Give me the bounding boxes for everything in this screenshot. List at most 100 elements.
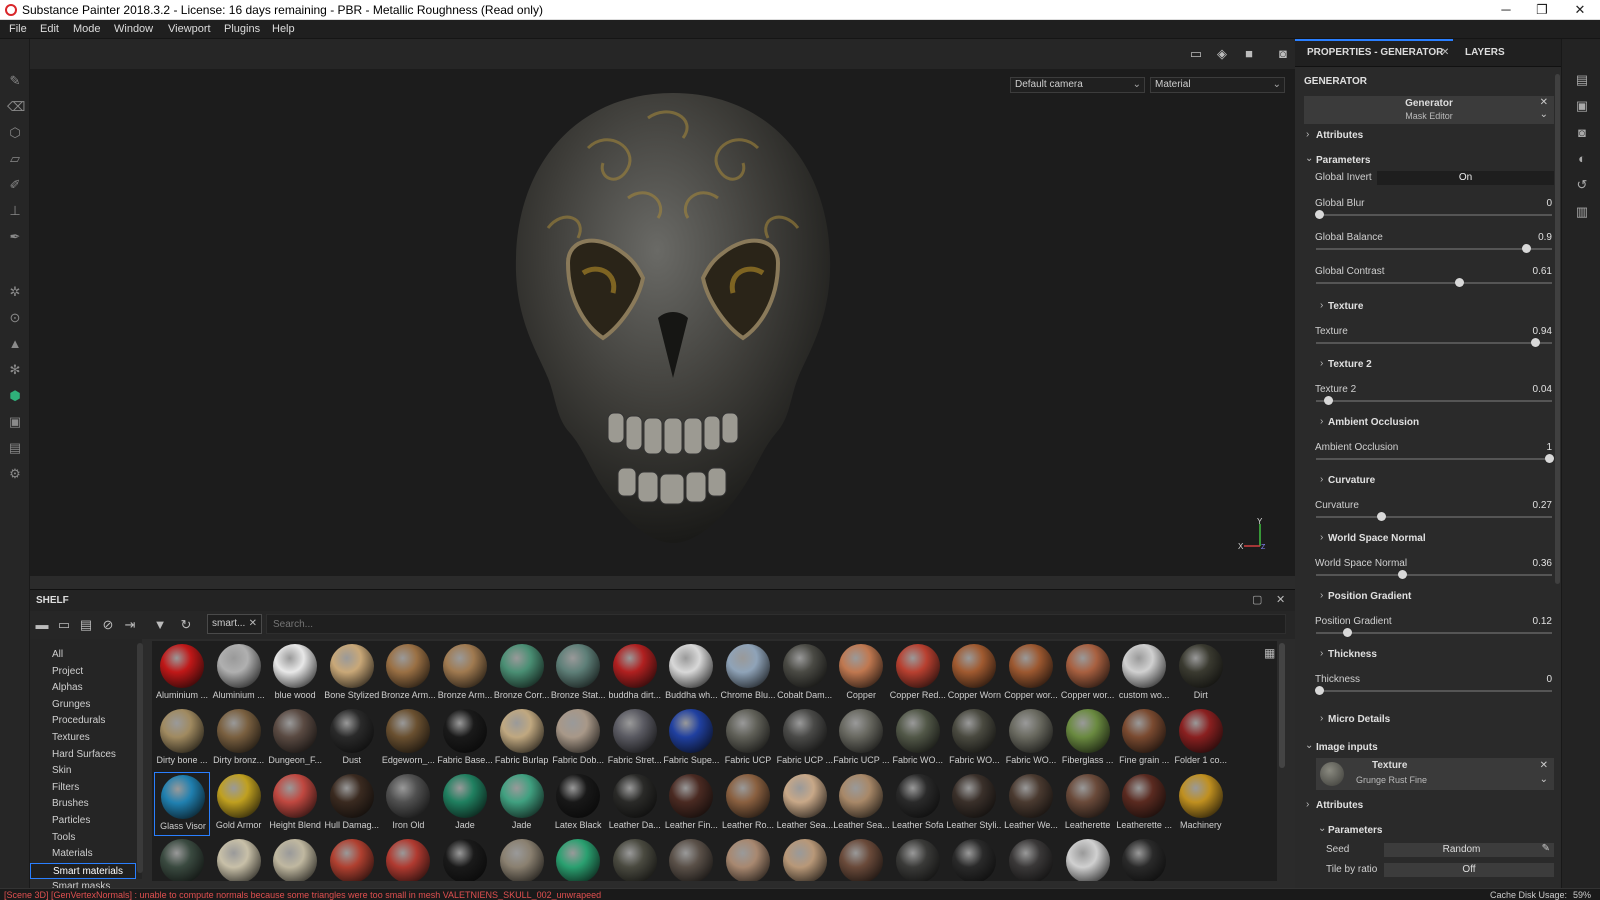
material-tile[interactable]: Chrome Blu... [720, 642, 776, 706]
camera-select[interactable]: Default camera ⌄ [1010, 77, 1145, 93]
group-header[interactable]: Texture [1328, 301, 1363, 312]
slider-track[interactable] [1316, 628, 1552, 637]
tile-by-ratio-toggle[interactable]: Off [1384, 863, 1554, 877]
material-tile[interactable]: Latex Black [550, 772, 606, 836]
material-tile[interactable] [890, 837, 946, 881]
group-header[interactable]: Curvature [1328, 475, 1375, 486]
maximize-button[interactable]: ❐ [1524, 1, 1560, 19]
material-tile[interactable]: Leatherette [1060, 772, 1116, 836]
slider-handle[interactable] [1397, 570, 1407, 579]
material-tile[interactable]: Leather Fin... [663, 772, 719, 836]
material-tile[interactable]: Copper wor... [1003, 642, 1059, 706]
generator-selector[interactable]: Generator Mask Editor ✕ ⌄ [1304, 96, 1554, 124]
smudge-icon[interactable]: ✐ [7, 177, 23, 193]
clone-stamp-icon[interactable]: ⊥ [7, 203, 23, 219]
grid-scrollbar[interactable] [1279, 643, 1285, 768]
material-tile[interactable]: Bronze Arm... [437, 642, 493, 706]
chevron-right-icon[interactable]: › [1320, 532, 1323, 543]
material-tile[interactable]: Copper Worn [946, 642, 1002, 706]
material-tile[interactable]: Leather Sea... [777, 772, 833, 836]
filter-icon[interactable]: ▼ [152, 617, 168, 633]
material-tile[interactable]: Leather Sea... [833, 772, 889, 836]
bake-icon[interactable]: ✲ [7, 284, 23, 300]
material-tile[interactable] [607, 837, 663, 881]
edit-pencil-icon[interactable]: ✎ [1542, 843, 1550, 854]
tab-close-icon[interactable]: ✕ [1441, 47, 1449, 58]
material-tile[interactable] [211, 837, 267, 881]
sketchfab-icon[interactable]: ▤ [7, 440, 23, 456]
category-item[interactable]: Particles [30, 813, 136, 829]
menu-window[interactable]: Window [114, 23, 153, 35]
slider-track[interactable] [1316, 338, 1552, 347]
slider-track[interactable] [1315, 686, 1552, 695]
material-tile[interactable]: Leatherette ... [1116, 772, 1172, 836]
screenshot-camera-icon[interactable]: ◙ [1274, 46, 1292, 62]
material-tile[interactable]: Dust [324, 707, 380, 771]
generator-remove-icon[interactable]: ✕ [1540, 97, 1548, 108]
parameters-header[interactable]: Parameters [1316, 155, 1370, 166]
layers-panel-icon[interactable]: ▤ [1574, 72, 1590, 88]
chevron-right-icon[interactable]: › [1320, 474, 1323, 485]
material-tile[interactable]: Gold Armor [211, 772, 267, 836]
material-tile[interactable]: Buddha wh... [663, 642, 719, 706]
material-tile[interactable]: Fabric UCP ... [833, 707, 889, 771]
material-tile[interactable]: Dirty bronz... [211, 707, 267, 771]
slider-track[interactable] [1315, 210, 1552, 219]
log-icon[interactable]: ▥ [1574, 204, 1590, 220]
group-header[interactable]: Thickness [1328, 649, 1377, 660]
material-tile[interactable]: Fabric WO... [946, 707, 1002, 771]
slider-track[interactable] [1316, 570, 1552, 579]
parameters2-header[interactable]: Parameters [1328, 825, 1382, 836]
slider-value[interactable]: 0.36 [1480, 558, 1552, 569]
material-tile[interactable]: blue wood [267, 642, 323, 706]
folder-icon[interactable]: ▬ [34, 617, 50, 633]
plugin-gear-icon[interactable]: ⚙ [7, 466, 23, 482]
group-header[interactable]: World Space Normal [1328, 533, 1426, 544]
material-tile[interactable] [437, 837, 493, 881]
category-item[interactable]: Textures [30, 730, 136, 746]
view-frame-icon[interactable]: ▭ [1187, 46, 1205, 62]
shader-settings-icon[interactable]: ◐ [1574, 151, 1590, 167]
material-tile[interactable] [833, 837, 889, 881]
chip-close-icon[interactable]: ✕ [249, 615, 257, 633]
material-tile[interactable]: Fabric UCP [720, 707, 776, 771]
minimize-button[interactable]: ─ [1488, 1, 1524, 19]
material-tile[interactable]: Fine grain ... [1116, 707, 1172, 771]
category-item[interactable]: All [30, 647, 136, 663]
camera-mode-icon[interactable]: ■ [1240, 46, 1258, 62]
grid-view-icon[interactable]: ▦ [1264, 646, 1278, 660]
shelf-close-icon[interactable]: ✕ [1276, 593, 1285, 606]
import-icon[interactable]: ⇥ [122, 617, 138, 633]
material-tile[interactable]: Fabric WO... [1003, 707, 1059, 771]
history-icon[interactable]: ↺ [1574, 177, 1590, 193]
material-tile[interactable]: Cobalt Dam... [777, 642, 833, 706]
category-item[interactable]: Alphas [30, 680, 136, 696]
chevron-right-icon[interactable]: › [1320, 713, 1323, 724]
material-tile[interactable]: Dirty bone ... [154, 707, 210, 771]
material-tile[interactable]: Height Blend [267, 772, 323, 836]
refresh-icon[interactable]: ↻ [178, 617, 194, 633]
chevron-down-icon[interactable]: ⌄ [1540, 109, 1548, 120]
chevron-right-icon[interactable]: › [1306, 129, 1309, 140]
material-tile[interactable] [267, 837, 323, 881]
material-tile[interactable]: Dirt [1173, 642, 1229, 706]
chevron-right-icon[interactable]: › [1320, 300, 1323, 311]
category-item[interactable]: Hard Surfaces [30, 747, 136, 763]
material-tile[interactable] [663, 837, 719, 881]
slider-handle[interactable] [1522, 244, 1531, 253]
color-picker-icon[interactable]: ✒ [7, 229, 23, 245]
slider-track[interactable] [1316, 244, 1552, 253]
texture-input-slot[interactable]: Texture Grunge Rust Fine ✕ ⌄ [1316, 758, 1554, 790]
material-tile[interactable]: Leather Ro... [720, 772, 776, 836]
menu-edit[interactable]: Edit [40, 23, 59, 35]
attributes2-header[interactable]: Attributes [1316, 800, 1363, 811]
slider-handle[interactable] [1315, 686, 1324, 695]
menu-plugins[interactable]: Plugins [224, 23, 260, 35]
material-tile[interactable]: Iron Old [380, 772, 436, 836]
slider-handle[interactable] [1545, 454, 1554, 463]
category-item[interactable]: Brushes [30, 796, 136, 812]
material-tile[interactable]: Fabric Burlap [494, 707, 550, 771]
material-tile[interactable] [946, 837, 1002, 881]
eraser-icon[interactable]: ⌫ [7, 99, 25, 115]
material-tile[interactable]: Bronze Arm... [380, 642, 436, 706]
